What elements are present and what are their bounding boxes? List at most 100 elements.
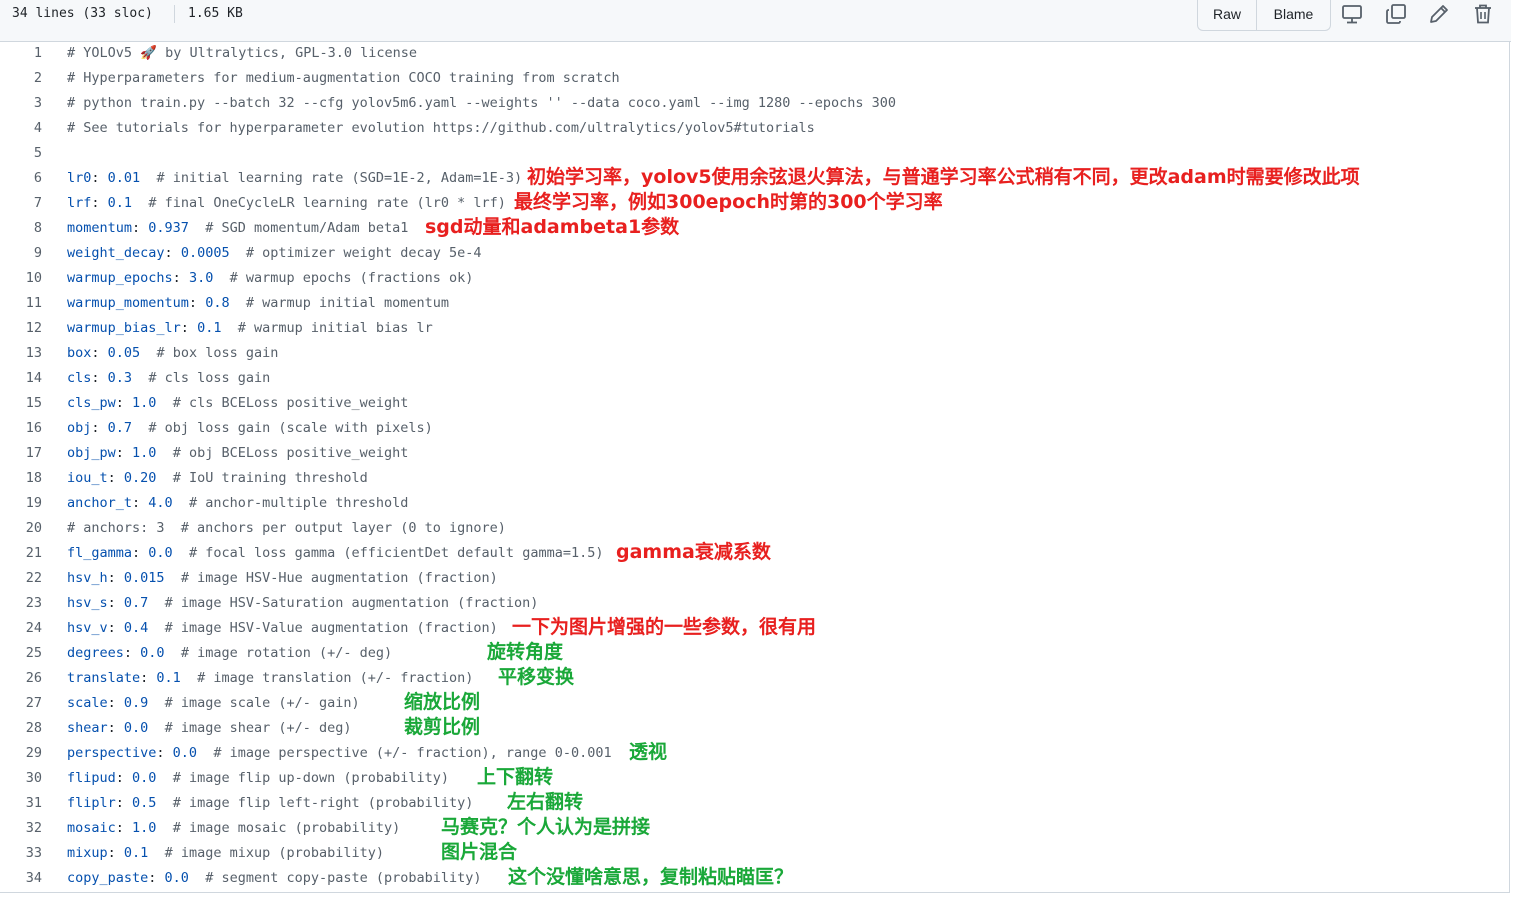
yaml-comment: # image scale (+/- gain) (164, 695, 360, 711)
yaml-value: 0.4 (123, 620, 149, 636)
line-number[interactable]: 19 (0, 491, 42, 516)
line-number[interactable]: 26 (0, 666, 42, 691)
line-number[interactable]: 28 (0, 716, 42, 741)
handwritten-annotation: 图片混合 (441, 841, 518, 863)
yaml-key: translate (67, 670, 141, 686)
code-line: 2 # Hyperparameters for medium-augmentati… (0, 66, 1509, 91)
line-number[interactable]: 12 (0, 316, 42, 341)
yaml-comment: # image flip left-right (probability) (172, 795, 474, 811)
code-line: 8 momentum: 0.937 # SGD momentum/Adam bet… (0, 216, 1509, 241)
yaml-comment: # IoU training threshold (172, 470, 368, 486)
line-number[interactable]: 10 (0, 266, 42, 291)
code-text: lr0: 0.01 # initial learning rate (SGD=1… (67, 170, 523, 186)
line-number[interactable]: 15 (0, 391, 42, 416)
line-number[interactable]: 2 (0, 66, 42, 91)
handwritten-annotation: 一下为图片增强的一些参数，很有用 (512, 616, 817, 638)
code-text: # anchors: 3 # anchors per output layer … (67, 516, 506, 541)
trash-icon[interactable] (1471, 2, 1495, 26)
line-number[interactable]: 24 (0, 616, 42, 641)
line-number[interactable]: 7 (0, 191, 42, 216)
yaml-key: hsv_h (67, 570, 108, 586)
yaml-value: 0.0 (132, 770, 157, 786)
code-line: 33 mixup: 0.1 # image mixup (probability) (0, 841, 1509, 866)
yaml-value: 0.1 (107, 195, 133, 211)
desktop-icon[interactable] (1340, 2, 1364, 26)
line-number[interactable]: 25 (0, 641, 42, 666)
line-number[interactable]: 33 (0, 841, 42, 866)
yaml-comment: # optimizer weight decay 5e-4 (245, 245, 482, 261)
code-line: 27 scale: 0.9 # image scale (+/- gain) (0, 691, 1509, 716)
line-number[interactable]: 18 (0, 466, 42, 491)
yaml-value: 1.0 (132, 820, 157, 836)
yaml-key: perspective (67, 745, 157, 761)
yaml-key: warmup_bias_lr (67, 320, 181, 336)
line-number[interactable]: 29 (0, 741, 42, 766)
raw-button[interactable]: Raw (1198, 0, 1257, 30)
code-text: flipud: 0.0 # image flip up-down (probab… (67, 770, 450, 786)
line-number[interactable]: 3 (0, 91, 42, 116)
line-number[interactable]: 6 (0, 166, 42, 191)
yaml-value: 0.0 (140, 645, 165, 661)
code-text: cls_pw: 1.0 # cls BCELoss positive_weigh… (67, 395, 409, 411)
code-line: 31 fliplr: 0.5 # image flip left-right (p… (0, 791, 1509, 816)
pencil-icon[interactable] (1427, 2, 1451, 26)
code-text: fl_gamma: 0.0 # focal loss gamma (effici… (67, 545, 604, 561)
handwritten-annotation: 左右翻转 (507, 791, 584, 813)
line-number[interactable]: 17 (0, 441, 42, 466)
file-viewer: 34 lines (33 sloc) 1.65 KB Raw Blame 1 # … (0, 0, 1515, 899)
line-number[interactable]: 21 (0, 541, 42, 566)
line-number[interactable]: 9 (0, 241, 42, 266)
yaml-value: 0.1 (197, 320, 222, 336)
code-text: lrf: 0.1 # final OneCycleLR learning rat… (67, 195, 506, 211)
yaml-key: weight_decay (67, 245, 165, 261)
line-number[interactable]: 5 (0, 141, 42, 166)
line-number[interactable]: 13 (0, 341, 42, 366)
yaml-value: 0.937 (148, 220, 189, 236)
line-number[interactable]: 31 (0, 791, 42, 816)
yaml-value: 0.5 (132, 795, 157, 811)
code-line: 18 iou_t: 0.20 # IoU training threshold (0, 466, 1509, 491)
handwritten-annotation: 平移变换 (498, 666, 575, 688)
handwritten-annotation: 透视 (629, 741, 668, 763)
code-text: warmup_bias_lr: 0.1 # warmup initial bia… (67, 320, 433, 336)
yaml-comment: # image HSV-Hue augmentation (fraction) (180, 570, 498, 586)
yaml-value: 0.1 (123, 845, 149, 861)
yaml-value: 4.0 (148, 495, 173, 511)
line-number[interactable]: 22 (0, 566, 42, 591)
line-number[interactable]: 4 (0, 116, 42, 141)
line-number[interactable]: 30 (0, 766, 42, 791)
line-number[interactable]: 11 (0, 291, 42, 316)
code-text: weight_decay: 0.0005 # optimizer weight … (67, 245, 482, 261)
code-text: scale: 0.9 # image scale (+/- gain) (67, 695, 360, 711)
line-number[interactable]: 27 (0, 691, 42, 716)
line-number[interactable]: 16 (0, 416, 42, 441)
line-number[interactable]: 1 (0, 41, 42, 66)
yaml-value: 0.01 (107, 170, 141, 186)
yaml-value: 0.1 (156, 670, 181, 686)
line-number[interactable]: 8 (0, 216, 42, 241)
line-number[interactable]: 34 (0, 866, 42, 891)
code-line: 16 obj: 0.7 # obj loss gain (scale with p… (0, 416, 1509, 441)
copy-icon[interactable] (1384, 2, 1408, 26)
line-number[interactable]: 20 (0, 516, 42, 541)
yaml-value: 0.0 (123, 720, 149, 736)
code-text: box: 0.05 # box loss gain (67, 345, 279, 361)
blame-button[interactable]: Blame (1257, 0, 1330, 30)
yaml-value: 0.20 (123, 470, 157, 486)
yaml-key: obj_pw (67, 445, 116, 461)
line-number[interactable]: 32 (0, 816, 42, 841)
yaml-comment: # image rotation (+/- deg) (180, 645, 393, 661)
code-line: 12 warmup_bias_lr: 0.1 # warmup initial b… (0, 316, 1509, 341)
handwritten-annotation: 最终学习率，例如300epoch时第的300个学习率 (514, 191, 943, 213)
yaml-value: 0.015 (123, 570, 165, 586)
line-number[interactable]: 23 (0, 591, 42, 616)
line-number[interactable]: 14 (0, 366, 42, 391)
yaml-key: degrees (67, 645, 124, 661)
yaml-key: momentum (67, 220, 133, 236)
code-line: 15 cls_pw: 1.0 # cls BCELoss positive_wei… (0, 391, 1509, 416)
code-text: mosaic: 1.0 # image mosaic (probability) (67, 820, 401, 836)
yaml-key: hsv_s (67, 595, 108, 611)
yaml-key: iou_t (67, 470, 108, 486)
code-line: 13 box: 0.05 # box loss gain (0, 341, 1509, 366)
code-text: hsv_h: 0.015 # image HSV-Hue augmentatio… (67, 570, 498, 586)
